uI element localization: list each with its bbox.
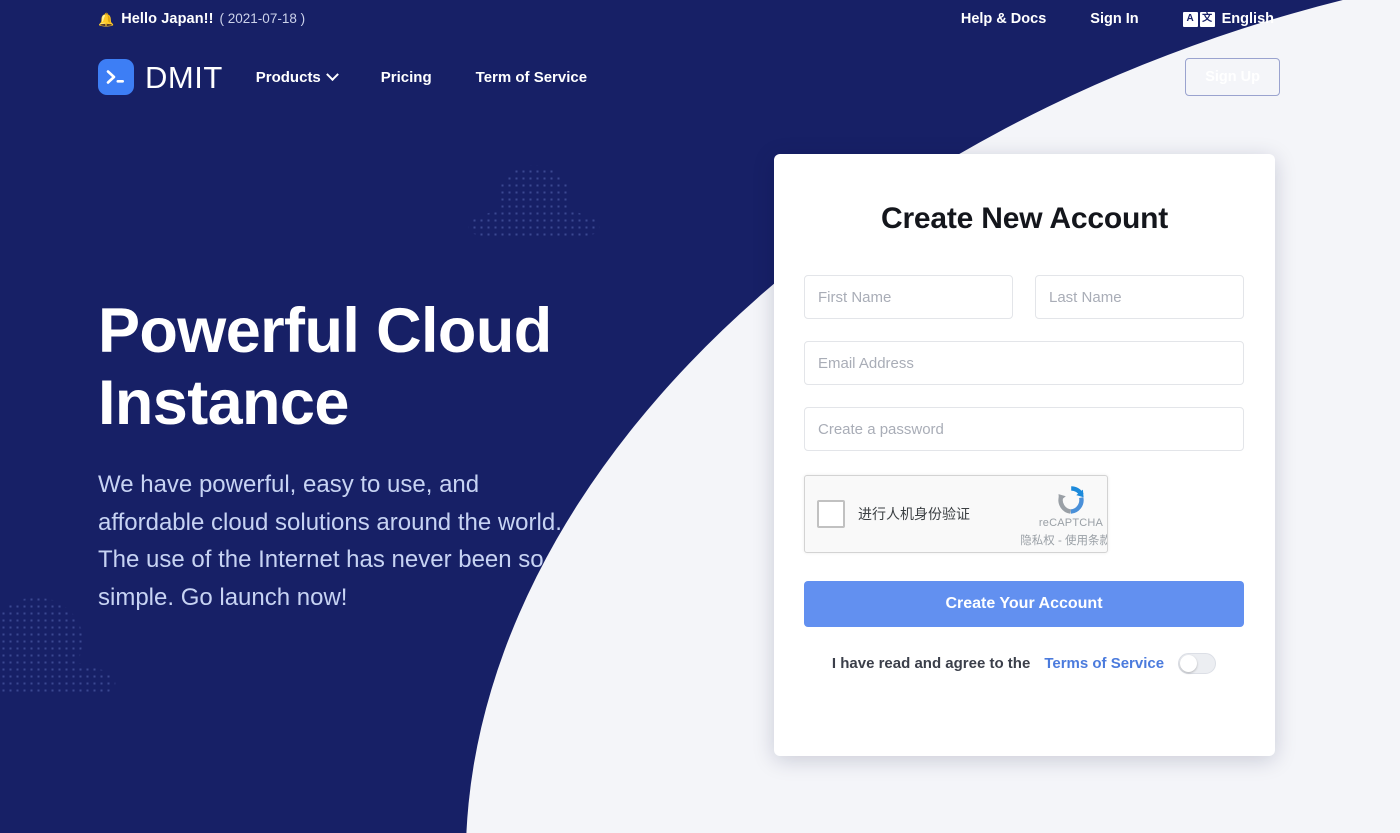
recaptcha-checkbox[interactable] <box>817 500 845 528</box>
email-input[interactable] <box>804 341 1244 385</box>
page-title: Powerful Cloud Instance <box>98 296 658 440</box>
recaptcha-logo-icon <box>1029 484 1108 516</box>
recaptcha-branding: reCAPTCHA <box>1029 484 1108 529</box>
spacer <box>804 319 1244 341</box>
hero-section: Powerful Cloud Instance We have powerful… <box>98 296 658 617</box>
translate-icon-cjk: 文 <box>1200 12 1215 27</box>
main-navigation: DMIT Products Pricing Term of Service Si… <box>0 46 1400 108</box>
recaptcha-brand-name: reCAPTCHA <box>1029 517 1108 529</box>
create-account-card: Create New Account 进行人机身份验证 <box>774 154 1275 756</box>
hero-title-line-1: Powerful Cloud <box>98 296 552 366</box>
terms-agreement-row: I have read and agree to the Terms of Se… <box>804 653 1244 674</box>
language-label: English <box>1222 11 1274 27</box>
card-title: Create New Account <box>804 202 1245 236</box>
sign-up-button[interactable]: Sign Up <box>1185 58 1280 96</box>
create-account-button[interactable]: Create Your Account <box>804 581 1244 627</box>
recaptcha-terms-link[interactable]: 隐私权 - 使用条款 <box>1020 532 1108 548</box>
toggle-knob <box>1180 655 1197 672</box>
announcement: 🔔 Hello Japan!! ( 2021-07-18 ) <box>98 11 305 27</box>
create-account-form: 进行人机身份验证 reCAPTCHA 隐私权 - 使用条款 Create You… <box>804 275 1244 674</box>
nav-links: Products Pricing Term of Service <box>256 69 587 86</box>
terms-agreement-toggle[interactable] <box>1178 653 1216 674</box>
translate-icon: A 文 <box>1183 12 1215 27</box>
password-input[interactable] <box>804 407 1244 451</box>
hero-subtitle: We have powerful, easy to use, and affor… <box>98 466 580 618</box>
terms-of-service-link[interactable]: Terms of Service <box>1044 655 1164 672</box>
nav-item-pricing[interactable]: Pricing <box>381 69 432 86</box>
announcement-bar: 🔔 Hello Japan!! ( 2021-07-18 ) Help & Do… <box>0 0 1400 38</box>
announcement-date: ( 2021-07-18 ) <box>220 11 306 26</box>
nav-item-term-of-service[interactable]: Term of Service <box>476 69 587 86</box>
recaptcha-widget[interactable]: 进行人机身份验证 reCAPTCHA 隐私权 - 使用条款 <box>804 475 1108 553</box>
recaptcha-label: 进行人机身份验证 <box>858 504 970 524</box>
sign-in-link[interactable]: Sign In <box>1090 11 1138 27</box>
brand-logo[interactable]: DMIT <box>98 59 223 95</box>
nav-item-products-label: Products <box>256 69 321 86</box>
language-selector[interactable]: A 文 English <box>1183 11 1274 27</box>
dotted-cloud-top-icon <box>443 140 625 236</box>
first-name-input[interactable] <box>804 275 1013 319</box>
announcement-title: Hello Japan!! <box>121 11 213 27</box>
brand-name: DMIT <box>145 62 223 93</box>
last-name-input[interactable] <box>1035 275 1244 319</box>
name-row <box>804 275 1244 319</box>
topbar-links: Help & Docs Sign In A 文 English <box>961 11 1274 27</box>
translate-icon-latin: A <box>1183 12 1198 27</box>
bell-icon: 🔔 <box>98 13 114 26</box>
hero-title-line-2: Instance <box>98 368 349 438</box>
spacer <box>804 385 1244 407</box>
terminal-prompt-icon <box>98 59 134 95</box>
terms-agreement-text: I have read and agree to the <box>832 655 1030 672</box>
nav-item-products[interactable]: Products <box>256 69 337 86</box>
help-and-docs-link[interactable]: Help & Docs <box>961 11 1046 27</box>
chevron-down-icon <box>326 68 339 81</box>
